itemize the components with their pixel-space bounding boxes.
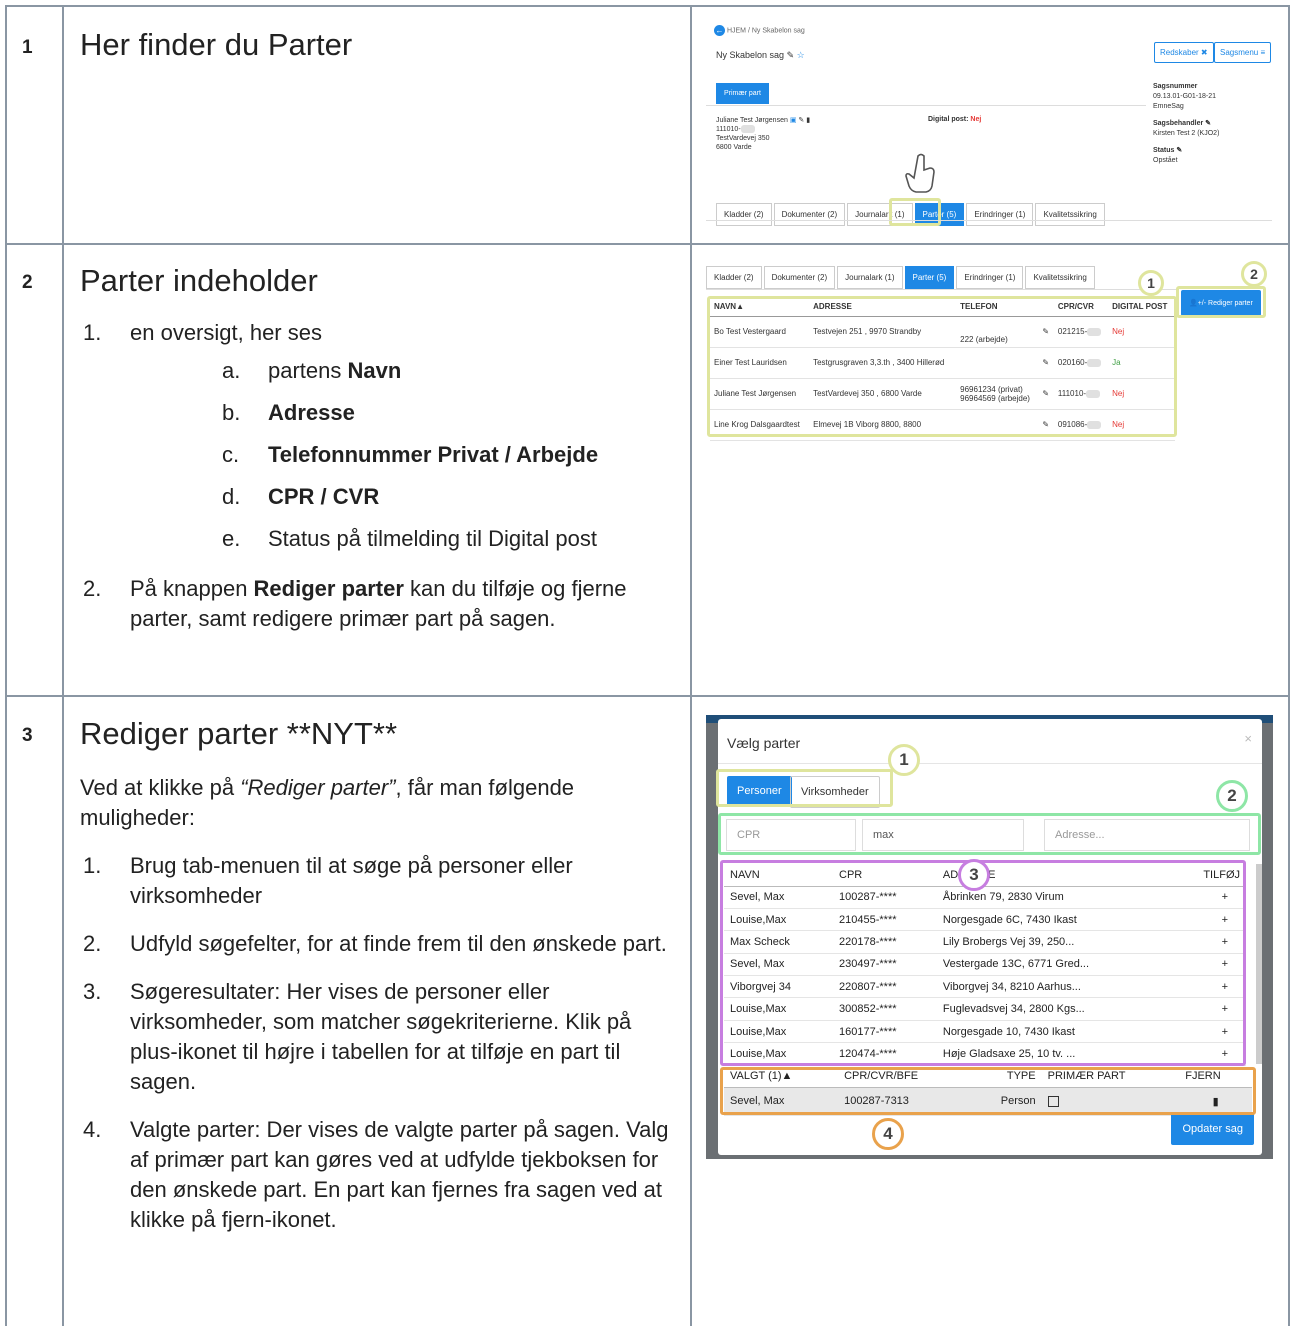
step-number: 2 [22, 272, 33, 293]
tab-bar: Kladder (2) Dokumenter (2) Journalark (1) P… [706, 266, 1097, 289]
list-item: b. Adresse [222, 400, 355, 425]
tab-dokumenter[interactable]: Dokumenter (2) [763, 266, 836, 289]
list-item: 1. en oversigt, her ses a. partens Navn b.… [80, 318, 680, 566]
callout-badge-1: 1 [1138, 270, 1164, 296]
highlight-parter-tab [889, 198, 941, 226]
list-item: d. CPR / CVR [222, 484, 380, 509]
list-item: 1. Brug tab-menuen til at søge på persone… [83, 853, 573, 908]
case-meta: Sagsnummer 09.13.01-G01-18-21 EmneSag Sa… [1153, 83, 1220, 164]
step-title: Her finder du Parter [80, 27, 353, 62]
breadcrumb-home[interactable]: HJEM [727, 27, 746, 34]
tab-parter[interactable]: Parter (5) [904, 266, 955, 289]
update-case-button[interactable]: Opdater sag [1171, 1113, 1254, 1145]
list-item: e. Status på tilmelding til Digital post [222, 526, 597, 551]
screenshot-parties-list: Kladder (2) Dokumenter (2) Journalark (1) P… [706, 261, 1272, 442]
screenshot-case-overview: ← HJEM / Ny Skabelon sag Ny Skabelon sag… [706, 20, 1272, 235]
breadcrumb: ← HJEM / Ny Skabelon sag [714, 25, 805, 36]
highlight-tabs [716, 769, 893, 807]
divider [706, 105, 1146, 106]
step-title: Rediger parter **NYT** [80, 716, 398, 751]
primary-party-tab[interactable]: Primær part [716, 83, 769, 104]
star-icon[interactable]: ☆ [797, 50, 805, 60]
step-body: 1. en oversigt, her ses a. partens Navn b.… [80, 318, 680, 634]
table-border-left [5, 5, 7, 1326]
highlight-edit-button [1176, 286, 1266, 318]
list-item: c. Telefonnummer Privat / Arbejde [222, 442, 599, 467]
breadcrumb-current: Ny Skabelon sag [751, 27, 805, 35]
redacted [740, 125, 755, 134]
trash-icon[interactable]: ▮ [806, 117, 810, 124]
list-item: 2. Udfyld søgefelter, for at finde frem t… [83, 931, 667, 956]
table-border-num [62, 5, 64, 1326]
tab-kladder[interactable]: Kladder (2) [706, 266, 762, 289]
callout-badge-2: 2 [1241, 261, 1267, 287]
divider [706, 289, 1176, 290]
screenshot-select-parties-modal: Vælg parter × Personer Virksomheder CPR … [706, 715, 1273, 1159]
tools-button[interactable]: Redskaber ✖ [1154, 42, 1214, 63]
tab-kvalitetssikring[interactable]: Kvalitetssikring [1025, 266, 1095, 289]
close-icon[interactable]: × [1244, 731, 1252, 746]
hand-cursor-icon [905, 153, 935, 193]
callout-badge-2: 2 [1216, 780, 1248, 812]
highlight-search-fields [718, 813, 1261, 855]
table-border-mid [690, 5, 692, 1326]
digital-post-status: Digital post: Nej [928, 116, 982, 123]
document-icon[interactable]: ▣ [790, 117, 797, 124]
step-number: 3 [22, 725, 33, 746]
tab-erindringer[interactable]: Erindringer (1) [966, 203, 1034, 226]
step-number: 1 [22, 37, 33, 58]
intro-text: Ved at klikke på “Rediger parter”, får m… [80, 775, 575, 830]
step-body: Ved at klikke på “Rediger parter”, får m… [80, 773, 680, 1235]
document-page: 1 Her finder du Parter 2 Parter indehold… [0, 0, 1290, 1326]
highlight-results [720, 860, 1246, 1066]
tab-kvalitetssikring[interactable]: Kvalitetssikring [1035, 203, 1105, 226]
back-arrow-icon[interactable]: ← [714, 25, 725, 36]
case-title: Ny Skabelon sag ✎ ☆ [716, 50, 805, 60]
highlight-parties-table [707, 296, 1177, 437]
list-item: 3. Søgeresultater: Her vises de personer … [83, 979, 632, 1094]
list-item: a. partens Navn [222, 358, 402, 383]
tab-erindringer[interactable]: Erindringer (1) [956, 266, 1024, 289]
tab-journalark[interactable]: Journalark (1) [837, 266, 903, 289]
callout-badge-4: 4 [872, 1118, 904, 1150]
callout-badge-3: 3 [958, 859, 990, 891]
callout-badge-1: 1 [888, 744, 920, 776]
divider [718, 763, 1262, 764]
dialog-title: Vælg parter [727, 735, 801, 751]
pencil-icon[interactable]: ✎ [798, 117, 804, 124]
tab-kladder[interactable]: Kladder (2) [716, 203, 772, 226]
list-item: 2. På knappen Rediger parter kan du tilfø… [83, 576, 627, 631]
case-menu-button[interactable]: Sagsmenu ≡ [1214, 42, 1272, 63]
tab-dokumenter[interactable]: Dokumenter (2) [773, 203, 846, 226]
scrollbar[interactable] [1256, 864, 1262, 1064]
tools-icon: ✖ [1200, 48, 1208, 57]
pencil-icon[interactable]: ✎ [787, 50, 795, 60]
highlight-selected [720, 1067, 1256, 1115]
list-item: 4. Valgte parter: Der vises de valgte par… [83, 1117, 669, 1232]
primary-party-info: Juliane Test Jørgensen ▣ ✎ ▮ 111010- Tes… [716, 117, 811, 151]
step-title: Parter indeholder [80, 263, 318, 298]
divider [706, 220, 1272, 221]
menu-icon: ≡ [1260, 48, 1266, 57]
